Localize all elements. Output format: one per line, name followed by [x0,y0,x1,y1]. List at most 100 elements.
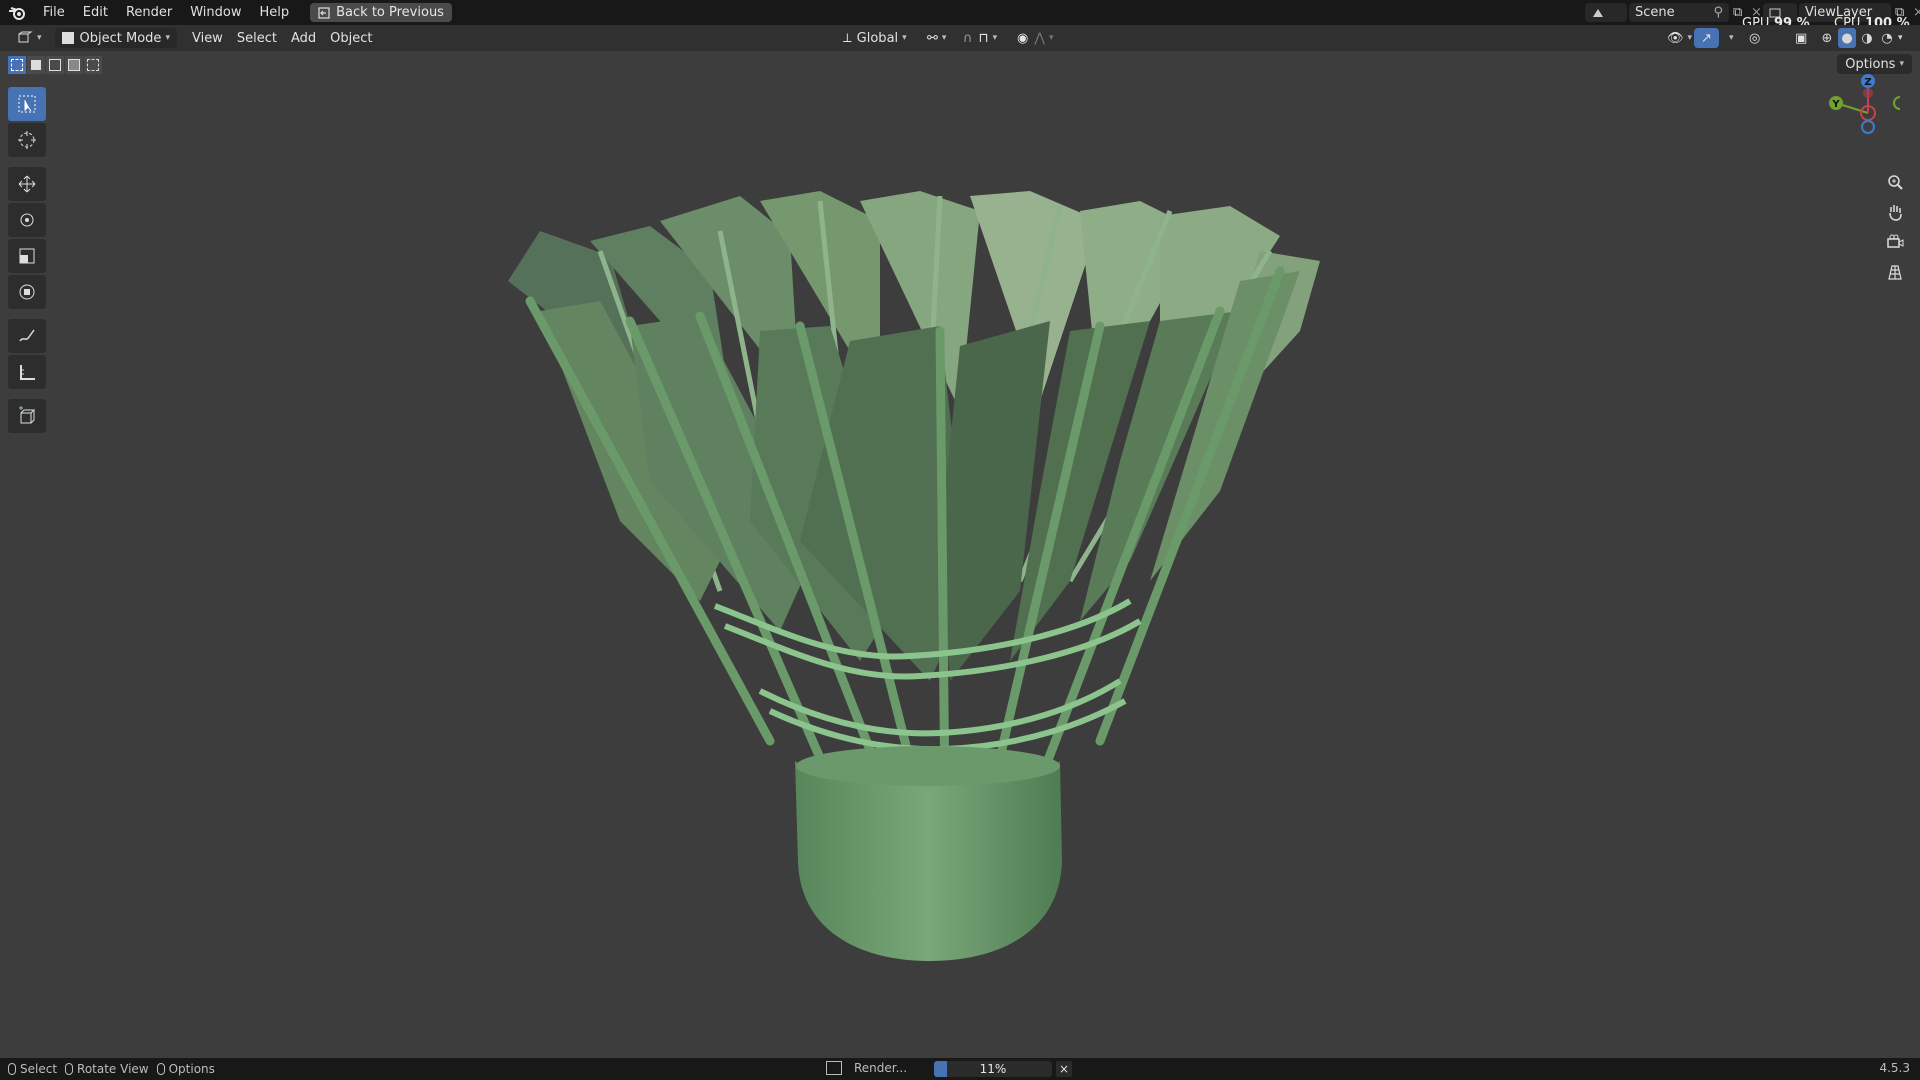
annotate-tool[interactable] [8,319,46,353]
measure-tool[interactable] [8,355,46,389]
render-progress-bar: 11% [934,1061,1052,1077]
3d-viewport[interactable]: Options ▾ Z Y [0,51,1920,1058]
menu-window[interactable]: Window [181,0,250,25]
gizmo-icon: ↗ [1701,30,1712,46]
measure-icon [20,365,35,380]
menu-select[interactable]: Select [230,28,284,48]
menu-help[interactable]: Help [251,0,299,25]
pan-hand-icon[interactable] [1882,199,1908,225]
scene-field[interactable]: Scene ⚲ [1629,3,1729,22]
select-intersect-icon[interactable] [84,56,102,74]
status-select: Select [8,1062,57,1076]
magnet-icon: ∩ [963,30,973,46]
select-subtract-icon[interactable] [46,56,64,74]
back-to-previous-label: Back to Previous [336,5,444,20]
snap-toggle[interactable]: ∩ ⊓ ▾ [956,28,1004,48]
transform-orientation-dropdown[interactable]: ⟂ Global ▾ [836,28,914,48]
zoom-icon[interactable] [1882,169,1908,195]
orientation-label: Global [856,30,899,46]
rotate-tool[interactable] [8,203,46,237]
select-new-icon[interactable] [8,56,26,74]
status-options: Options [156,1062,215,1076]
pivot-icon: ⚯ [927,30,938,46]
z-axis-label: Z [1864,77,1871,88]
render-icon[interactable] [826,1061,842,1075]
scene-type-icon[interactable] [1585,3,1627,22]
select-box-icon [18,95,36,113]
mouse-right-icon [156,1063,165,1075]
render-progress-text: 11% [979,1062,1007,1076]
menu-render[interactable]: Render [117,0,181,25]
shading-modes: ⊕ ● ◑ ◔ ▾ [1818,28,1910,48]
menu-file[interactable]: File [34,0,74,25]
xray-icon: ▣ [1795,30,1808,46]
close-view-layer-icon[interactable]: × [1913,5,1920,20]
chevron-down-icon: ▾ [165,33,170,43]
camera-view-icon[interactable] [1882,229,1908,255]
material-shading-icon[interactable]: ◑ [1858,28,1876,48]
proportional-edit-toggle[interactable]: ◉ ⋀ ▾ [1010,28,1061,48]
add-cube-icon [19,406,36,424]
menu-edit[interactable]: Edit [74,0,117,25]
back-icon [318,6,330,19]
xray-toggle[interactable]: ▣ [1788,28,1814,48]
cancel-render-icon[interactable]: × [1056,1061,1072,1077]
3d-viewport-icon [18,31,33,43]
back-to-previous-button[interactable]: Back to Previous [310,3,452,22]
status-bar: Select Rotate View Options Render... 11%… [0,1058,1920,1080]
proportional-edit-icon: ◉ [1017,30,1029,46]
blender-version: 4.5.3 [1879,1061,1910,1075]
status-select-label: Select [20,1062,58,1076]
solid-shading-icon[interactable]: ● [1838,28,1856,48]
transform-tool[interactable] [8,275,46,309]
show-gizmo-toggle[interactable]: ↗ [1694,28,1719,48]
move-tool[interactable] [8,167,46,201]
pivot-point-dropdown[interactable]: ⚯ ▾ [920,28,953,48]
select-box-tool[interactable] [8,87,46,121]
select-invert-icon[interactable] [65,56,83,74]
select-extend-icon[interactable] [27,56,45,74]
shading-dropdown-icon[interactable]: ▾ [1898,28,1910,48]
mouse-middle-icon [65,1063,74,1075]
render-job: Render... [826,1061,907,1075]
cursor-icon [18,131,36,149]
rendered-shading-icon[interactable]: ◔ [1878,28,1896,48]
move-icon [18,175,36,193]
menu-object[interactable]: Object [323,28,379,48]
eye-icon: 👁 [1667,30,1684,46]
cursor-tool[interactable] [8,123,46,157]
render-job-label: Render... [854,1061,908,1075]
annotate-icon [19,329,35,342]
viewport-header: ▾ Object Mode ▾ View Select Add Object ⟂… [0,25,1920,51]
pin-icon[interactable]: ⚲ [1713,5,1723,20]
selection-mode-buttons [8,56,102,74]
object-mode-dropdown[interactable]: Object Mode ▾ [54,28,177,48]
editor-type-button[interactable]: ▾ [10,28,49,48]
cork-base [795,746,1062,961]
overlays-toggle[interactable]: ◎ [1742,28,1767,48]
menu-add[interactable]: Add [284,28,323,48]
snap-target-icon: ⊓ [978,30,989,46]
falloff-icon: ⋀ [1034,30,1046,46]
add-cube-tool[interactable] [8,399,46,433]
rotate-icon [20,213,34,227]
perspective-grid-icon[interactable] [1882,259,1908,285]
options-label: Options [1845,56,1896,72]
mouse-left-icon [8,1063,16,1075]
scene-selector[interactable]: Scene ⚲ ⧉ × [1585,0,1765,25]
front-feathers [540,271,1300,681]
blender-logo-icon[interactable] [0,0,34,25]
status-rotate-label: Rotate View [77,1062,149,1076]
gizmo-dropdown[interactable]: ▾ [1718,28,1741,48]
scale-tool[interactable] [8,239,46,273]
overlays-icon: ◎ [1749,30,1761,46]
transform-icon [19,284,35,300]
shuttlecock-model[interactable] [500,161,1340,971]
y-axis-label: Y [1831,99,1840,110]
tool-shelf [8,87,48,433]
top-menu-bar: File Edit Render Window Help Back to Pre… [0,0,1920,31]
menu-view[interactable]: View [185,28,230,48]
scale-icon [19,248,35,264]
wireframe-shading-icon[interactable]: ⊕ [1818,28,1836,48]
object-mode-label: Object Mode [79,30,162,46]
